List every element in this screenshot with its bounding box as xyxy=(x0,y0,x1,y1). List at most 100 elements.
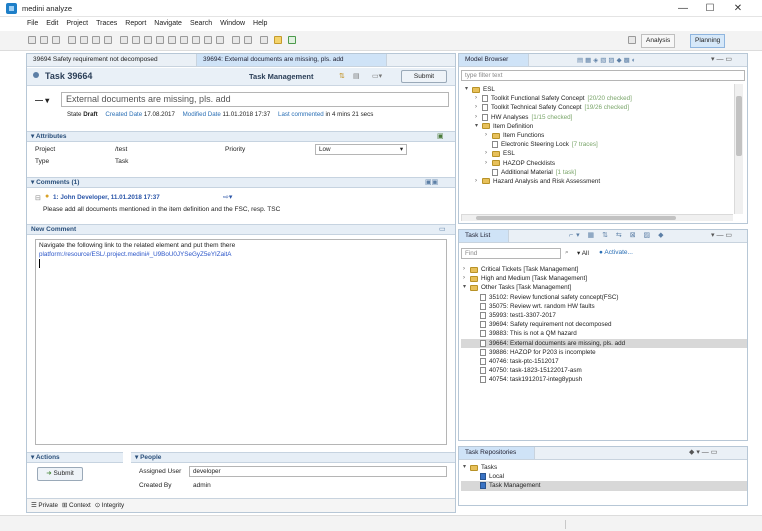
chevron-right-icon[interactable]: › xyxy=(485,159,492,168)
activate-link[interactable]: ● Activate... xyxy=(599,249,633,256)
task-list-item[interactable]: 39883: This is not a QM hazard xyxy=(461,329,747,338)
task-list-item[interactable]: ▾ Other Tasks [Task Management] xyxy=(461,283,747,292)
new-comment-maximize-icon[interactable]: ▭ xyxy=(439,225,446,233)
planning-perspective-button[interactable]: Planning xyxy=(690,34,726,48)
open-folder-icon[interactable] xyxy=(274,36,282,44)
model-tree-item[interactable]: › HW Analyses [1/15 checked] xyxy=(463,113,731,122)
chevron-right-icon[interactable]: › xyxy=(475,94,482,103)
report-icon[interactable] xyxy=(216,36,224,44)
reply-icon[interactable]: ⇨▾ xyxy=(223,193,232,201)
layout-icon[interactable] xyxy=(180,36,188,44)
refresh-icon[interactable] xyxy=(244,36,252,44)
new-comment-link[interactable]: platform:/resource/ESL/.project.medini#_… xyxy=(36,251,446,258)
model-tree-item[interactable]: › Toolkit Functional Safety Concept [20/20… xyxy=(463,94,731,103)
new-comment-section-header[interactable]: New Comment xyxy=(27,224,455,235)
model-tree-item[interactable]: ▾ Item Definition xyxy=(463,122,731,131)
search-icon[interactable]: ⌕ xyxy=(565,249,569,257)
chevron-down-icon[interactable]: ▾ xyxy=(463,283,470,292)
model-tree-scrollbar[interactable] xyxy=(734,84,743,214)
menu-project[interactable]: Project xyxy=(66,20,88,27)
task-list-item[interactable]: 35075: Review wrt. random HW faults xyxy=(461,302,747,311)
menu-window[interactable]: Window xyxy=(220,20,245,27)
chevron-down-icon[interactable]: ▾ xyxy=(475,122,482,131)
tab-context[interactable]: ⊞ Context xyxy=(62,502,91,509)
maximize-button[interactable]: ☐ xyxy=(703,2,717,15)
copy-icon[interactable] xyxy=(80,36,88,44)
chevron-right-icon[interactable]: › xyxy=(475,177,482,186)
history-icon[interactable]: ▤ xyxy=(353,72,360,80)
menu-navigate[interactable]: Navigate xyxy=(154,20,182,27)
model-tree-hscrollbar[interactable] xyxy=(461,214,733,221)
redo-icon[interactable] xyxy=(132,36,140,44)
task-list-item[interactable]: 35993: test1-3307-2017 xyxy=(461,311,747,320)
analysis-perspective-button[interactable]: Analysis xyxy=(641,34,676,48)
view-menu-icon[interactable]: ▾ — ▭ xyxy=(711,55,732,63)
model-scroll-thumb[interactable] xyxy=(736,96,742,156)
check-icon[interactable] xyxy=(288,36,296,44)
chevron-right-icon[interactable]: › xyxy=(463,265,470,274)
model-browser-toolbar-icons[interactable]: ▤▦◈▧▨◆▩◐ xyxy=(577,56,638,64)
paste-icon[interactable] xyxy=(92,36,100,44)
task-list-item[interactable]: 35102: Review functional safety concept(… xyxy=(461,293,747,302)
task-list-item[interactable]: 39886: HAZOP for P203 is incomplete xyxy=(461,348,747,357)
open-browser-icon[interactable]: ▭▾ xyxy=(372,72,382,80)
model-tree-item[interactable]: › Item Functions xyxy=(463,131,731,140)
delete-icon[interactable] xyxy=(104,36,112,44)
actions-section-header[interactable]: ▾ Actions xyxy=(27,452,123,463)
chevron-right-icon[interactable]: › xyxy=(463,274,470,283)
chevron-right-icon[interactable]: › xyxy=(485,149,492,158)
people-section-header[interactable]: ▾ People xyxy=(131,452,455,463)
menu-traces[interactable]: Traces xyxy=(96,20,117,27)
link-icon[interactable] xyxy=(144,36,152,44)
new-icon[interactable] xyxy=(28,36,36,44)
model-tree-item[interactable]: Additional Material [1 task] xyxy=(463,168,731,177)
undo-icon[interactable] xyxy=(120,36,128,44)
minimize-button[interactable]: — xyxy=(676,2,690,15)
header-submit-button[interactable]: Submit xyxy=(401,70,447,83)
model-tree-item[interactable]: Electronic Steering Lock [7 traces] xyxy=(463,140,731,149)
new-comment-textarea[interactable]: Navigate the following link to the relat… xyxy=(35,239,447,445)
model-browser-tab[interactable]: Model Browser xyxy=(459,54,529,66)
filter-icon[interactable] xyxy=(168,36,176,44)
attributes-section-header[interactable]: ▾ Attributes xyxy=(27,131,455,142)
task-list-item[interactable]: 40754: task1912017-integ8ypush xyxy=(461,375,747,384)
task-find-input[interactable]: Find xyxy=(461,248,561,259)
model-filter-input[interactable]: type filter text xyxy=(461,70,745,81)
attributes-toggle-icon[interactable]: ▣ xyxy=(437,132,444,140)
settings-icon[interactable] xyxy=(232,36,240,44)
chevron-down-icon[interactable]: ▾ xyxy=(463,463,470,472)
editor-tab-39694[interactable]: 39694 Safety requirement not decomposed xyxy=(27,54,197,66)
model-tree-item[interactable]: › Toolkit Technical Safety Concept [19/26 … xyxy=(463,103,731,112)
repository-item[interactable]: Task Management xyxy=(461,481,747,491)
repository-item[interactable]: Local xyxy=(461,472,747,481)
task-list-item[interactable]: 39664: External documents are missing, p… xyxy=(461,338,747,348)
trace-icon[interactable] xyxy=(156,36,164,44)
model-tree-item[interactable]: › HAZOP Checklists xyxy=(463,159,731,168)
model-tree-item[interactable]: › Hazard Analysis and Risk Assessment xyxy=(463,177,731,186)
menu-file[interactable]: File xyxy=(27,20,38,27)
folder-icon[interactable] xyxy=(260,36,268,44)
expand-comments-icon[interactable]: ▣▣ xyxy=(425,178,438,186)
comments-section-header[interactable]: ▾ Comments (1) xyxy=(27,177,455,188)
model-tree-item[interactable]: › ESL xyxy=(463,149,731,158)
menu-help[interactable]: Help xyxy=(253,20,267,27)
model-tree-item[interactable]: ▾ ESL xyxy=(463,85,731,94)
task-list-item[interactable]: › High and Medium [Task Management] xyxy=(461,274,747,283)
priority-select[interactable]: Low ▾ xyxy=(315,144,407,155)
task-repositories-tab[interactable]: Task Repositories xyxy=(459,447,535,459)
save-all-icon[interactable] xyxy=(52,36,60,44)
task-list-view-menu-icon[interactable]: ▾ — ▭ xyxy=(711,231,732,239)
task-list-toolbar-icons[interactable]: ⌐▾ ▦ ⇅ ⇆ ⊠ ▨ ◆ xyxy=(569,231,666,239)
save-icon[interactable] xyxy=(40,36,48,44)
tab-integrity[interactable]: ⊙ Integrity xyxy=(95,502,124,509)
editor-tab-39664[interactable]: 39694: External documents are missing, p… xyxy=(197,54,387,66)
model-hscroll-thumb[interactable] xyxy=(476,216,676,220)
chevron-right-icon[interactable]: › xyxy=(485,131,492,140)
assigned-user-field[interactable]: developer xyxy=(189,466,447,477)
repositories-view-menu-icon[interactable]: ◆ ▾ — ▭ xyxy=(689,448,717,456)
task-list-item[interactable]: 39694: Safety requirement not decomposed xyxy=(461,320,747,329)
task-list-item[interactable]: › Critical Tickets [Task Management] xyxy=(461,265,747,274)
summary-field[interactable]: External documents are missing, pls. add xyxy=(61,92,449,107)
close-button[interactable]: ✕ xyxy=(731,2,745,15)
tab-private[interactable]: ☰ Private xyxy=(31,502,58,509)
